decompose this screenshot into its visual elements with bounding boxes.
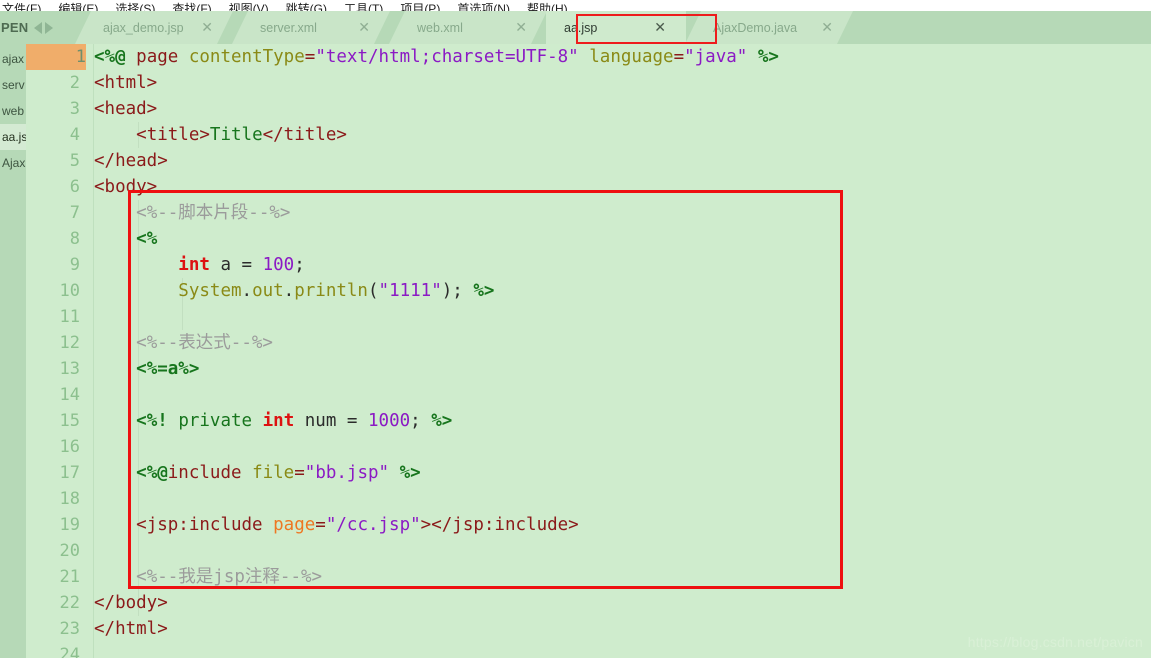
line-number: 8 bbox=[69, 229, 80, 249]
line-number: 21 bbox=[59, 567, 80, 587]
code-line-19[interactable]: <jsp:include page="/cc.jsp"></jsp:includ… bbox=[94, 512, 579, 538]
sidebar-item-ajax[interactable]: ajax bbox=[0, 46, 26, 72]
menu-item-find[interactable]: 查找(F) bbox=[172, 3, 211, 12]
menu-item-view[interactable]: 视图(V) bbox=[229, 3, 269, 12]
line-number: 22 bbox=[59, 593, 80, 613]
line-number: 6 bbox=[69, 177, 80, 197]
code-text-area[interactable]: <%@ page contentType="text/html;charset=… bbox=[94, 44, 1151, 658]
line-number: 11 bbox=[59, 307, 80, 327]
forward-arrow-icon[interactable] bbox=[45, 21, 54, 34]
line-number: 18 bbox=[59, 489, 80, 509]
tab-label: server.xml bbox=[260, 20, 317, 35]
tab-label: ajax_demo.jsp bbox=[103, 20, 184, 35]
watermark: https://blog.csdn.net/pavicn bbox=[967, 634, 1143, 650]
tab-ajaxdemo-java[interactable]: AjaxDemo.java ✕ bbox=[685, 11, 853, 44]
menu-item-preferences[interactable]: 首选项(N) bbox=[457, 3, 510, 12]
sidebar-item-aa-js[interactable]: aa.js bbox=[0, 124, 26, 150]
code-line-9[interactable]: int a = 100; bbox=[94, 252, 304, 278]
editor-tab-bar: PEN ajax_demo.jsp ✕ server.xml ✕ web.xml… bbox=[0, 11, 1151, 44]
line-number: 15 bbox=[59, 411, 80, 431]
tab-ajax-demo-jsp[interactable]: ajax_demo.jsp ✕ bbox=[75, 11, 233, 44]
back-arrow-icon[interactable] bbox=[34, 21, 43, 34]
tab-label: web.xml bbox=[417, 20, 463, 35]
code-line-1[interactable]: <%@ page contentType="text/html;charset=… bbox=[94, 44, 779, 70]
menu-item-tools[interactable]: 工具(T) bbox=[344, 3, 383, 12]
code-line-7[interactable]: <%--脚本片段--%> bbox=[94, 200, 290, 226]
menu-item-edit[interactable]: 编辑(E) bbox=[58, 3, 98, 12]
menu-item-goto[interactable]: 跳转(G) bbox=[286, 3, 327, 12]
line-number: 19 bbox=[59, 515, 80, 535]
code-editor[interactable]: 1 2 3 4 5 6 7 8 9 10 11 12 13 14 15 16 1… bbox=[26, 44, 1151, 658]
code-line-10[interactable]: System.out.println("1111"); %> bbox=[94, 278, 494, 304]
tab-list: ajax_demo.jsp ✕ server.xml ✕ web.xml ✕ a… bbox=[75, 11, 852, 44]
tab-nav-arrows bbox=[34, 21, 54, 34]
code-line-5[interactable]: </head> bbox=[94, 148, 168, 174]
code-line-12[interactable]: <%--表达式--%> bbox=[94, 330, 273, 356]
code-line-8[interactable]: <% bbox=[94, 226, 157, 252]
tab-bar-controls: PEN bbox=[0, 11, 57, 44]
close-icon[interactable]: ✕ bbox=[654, 21, 676, 35]
code-line-2[interactable]: <html> bbox=[94, 70, 157, 96]
sidebar-item-serv[interactable]: serv bbox=[0, 72, 26, 98]
close-icon[interactable]: ✕ bbox=[358, 21, 380, 35]
line-number: 2 bbox=[69, 73, 80, 93]
code-line-22[interactable]: </body> bbox=[94, 590, 168, 616]
line-number-gutter: 1 2 3 4 5 6 7 8 9 10 11 12 13 14 15 16 1… bbox=[26, 44, 86, 658]
code-line-4[interactable]: <title>Title</title> bbox=[94, 122, 347, 148]
menu-item-select[interactable]: 选择(S) bbox=[115, 3, 155, 12]
open-files-label: PEN bbox=[1, 20, 29, 35]
code-line-6[interactable]: <body> bbox=[94, 174, 157, 200]
line-number: 17 bbox=[59, 463, 80, 483]
menu-item-file[interactable]: 文件(F) bbox=[2, 3, 41, 12]
code-line-21[interactable]: <%--我是jsp注释--%> bbox=[94, 564, 322, 590]
line-number: 7 bbox=[69, 203, 80, 223]
line-number: 24 bbox=[59, 645, 80, 658]
menu-item-help[interactable]: 帮助(H) bbox=[527, 3, 568, 12]
code-line-17[interactable]: <%@include file="bb.jsp" %> bbox=[94, 460, 421, 486]
code-line-15[interactable]: <%! private int num = 1000; %> bbox=[94, 408, 452, 434]
line-number: 5 bbox=[69, 151, 80, 171]
line-number: 20 bbox=[59, 541, 80, 561]
code-line-3[interactable]: <head> bbox=[94, 96, 157, 122]
line-number: 14 bbox=[59, 385, 80, 405]
line-number: 1 bbox=[26, 44, 86, 70]
line-number: 10 bbox=[59, 281, 80, 301]
line-number: 3 bbox=[69, 99, 80, 119]
menu-item-project[interactable]: 项目(P) bbox=[400, 3, 440, 12]
tab-label: AjaxDemo.java bbox=[713, 20, 798, 35]
tab-label: aa.jsp bbox=[564, 20, 598, 35]
line-number: 12 bbox=[59, 333, 80, 353]
project-file-sidebar[interactable]: ajax serv web aa.js Ajax bbox=[0, 44, 26, 658]
line-number: 4 bbox=[69, 125, 80, 145]
line-number: 23 bbox=[59, 619, 80, 639]
code-line-13[interactable]: <%=a%> bbox=[94, 356, 199, 382]
close-icon[interactable]: ✕ bbox=[201, 21, 223, 35]
close-icon[interactable]: ✕ bbox=[515, 21, 537, 35]
sidebar-item-ajax2[interactable]: Ajax bbox=[0, 150, 26, 176]
tab-server-xml[interactable]: server.xml ✕ bbox=[232, 11, 390, 44]
tab-aa-jsp[interactable]: aa.jsp ✕ bbox=[546, 11, 686, 44]
tab-web-xml[interactable]: web.xml ✕ bbox=[389, 11, 547, 44]
menu-bar: 文件(F) 编辑(E) 选择(S) 查找(F) 视图(V) 跳转(G) 工具(T… bbox=[0, 0, 1151, 11]
code-line-23[interactable]: </html> bbox=[94, 616, 168, 642]
sidebar-item-web[interactable]: web bbox=[0, 98, 26, 124]
ide-window: 文件(F) 编辑(E) 选择(S) 查找(F) 视图(V) 跳转(G) 工具(T… bbox=[0, 0, 1151, 658]
line-number: 16 bbox=[59, 437, 80, 457]
line-number: 9 bbox=[69, 255, 80, 275]
close-icon[interactable]: ✕ bbox=[821, 21, 843, 35]
line-number: 13 bbox=[59, 359, 80, 379]
